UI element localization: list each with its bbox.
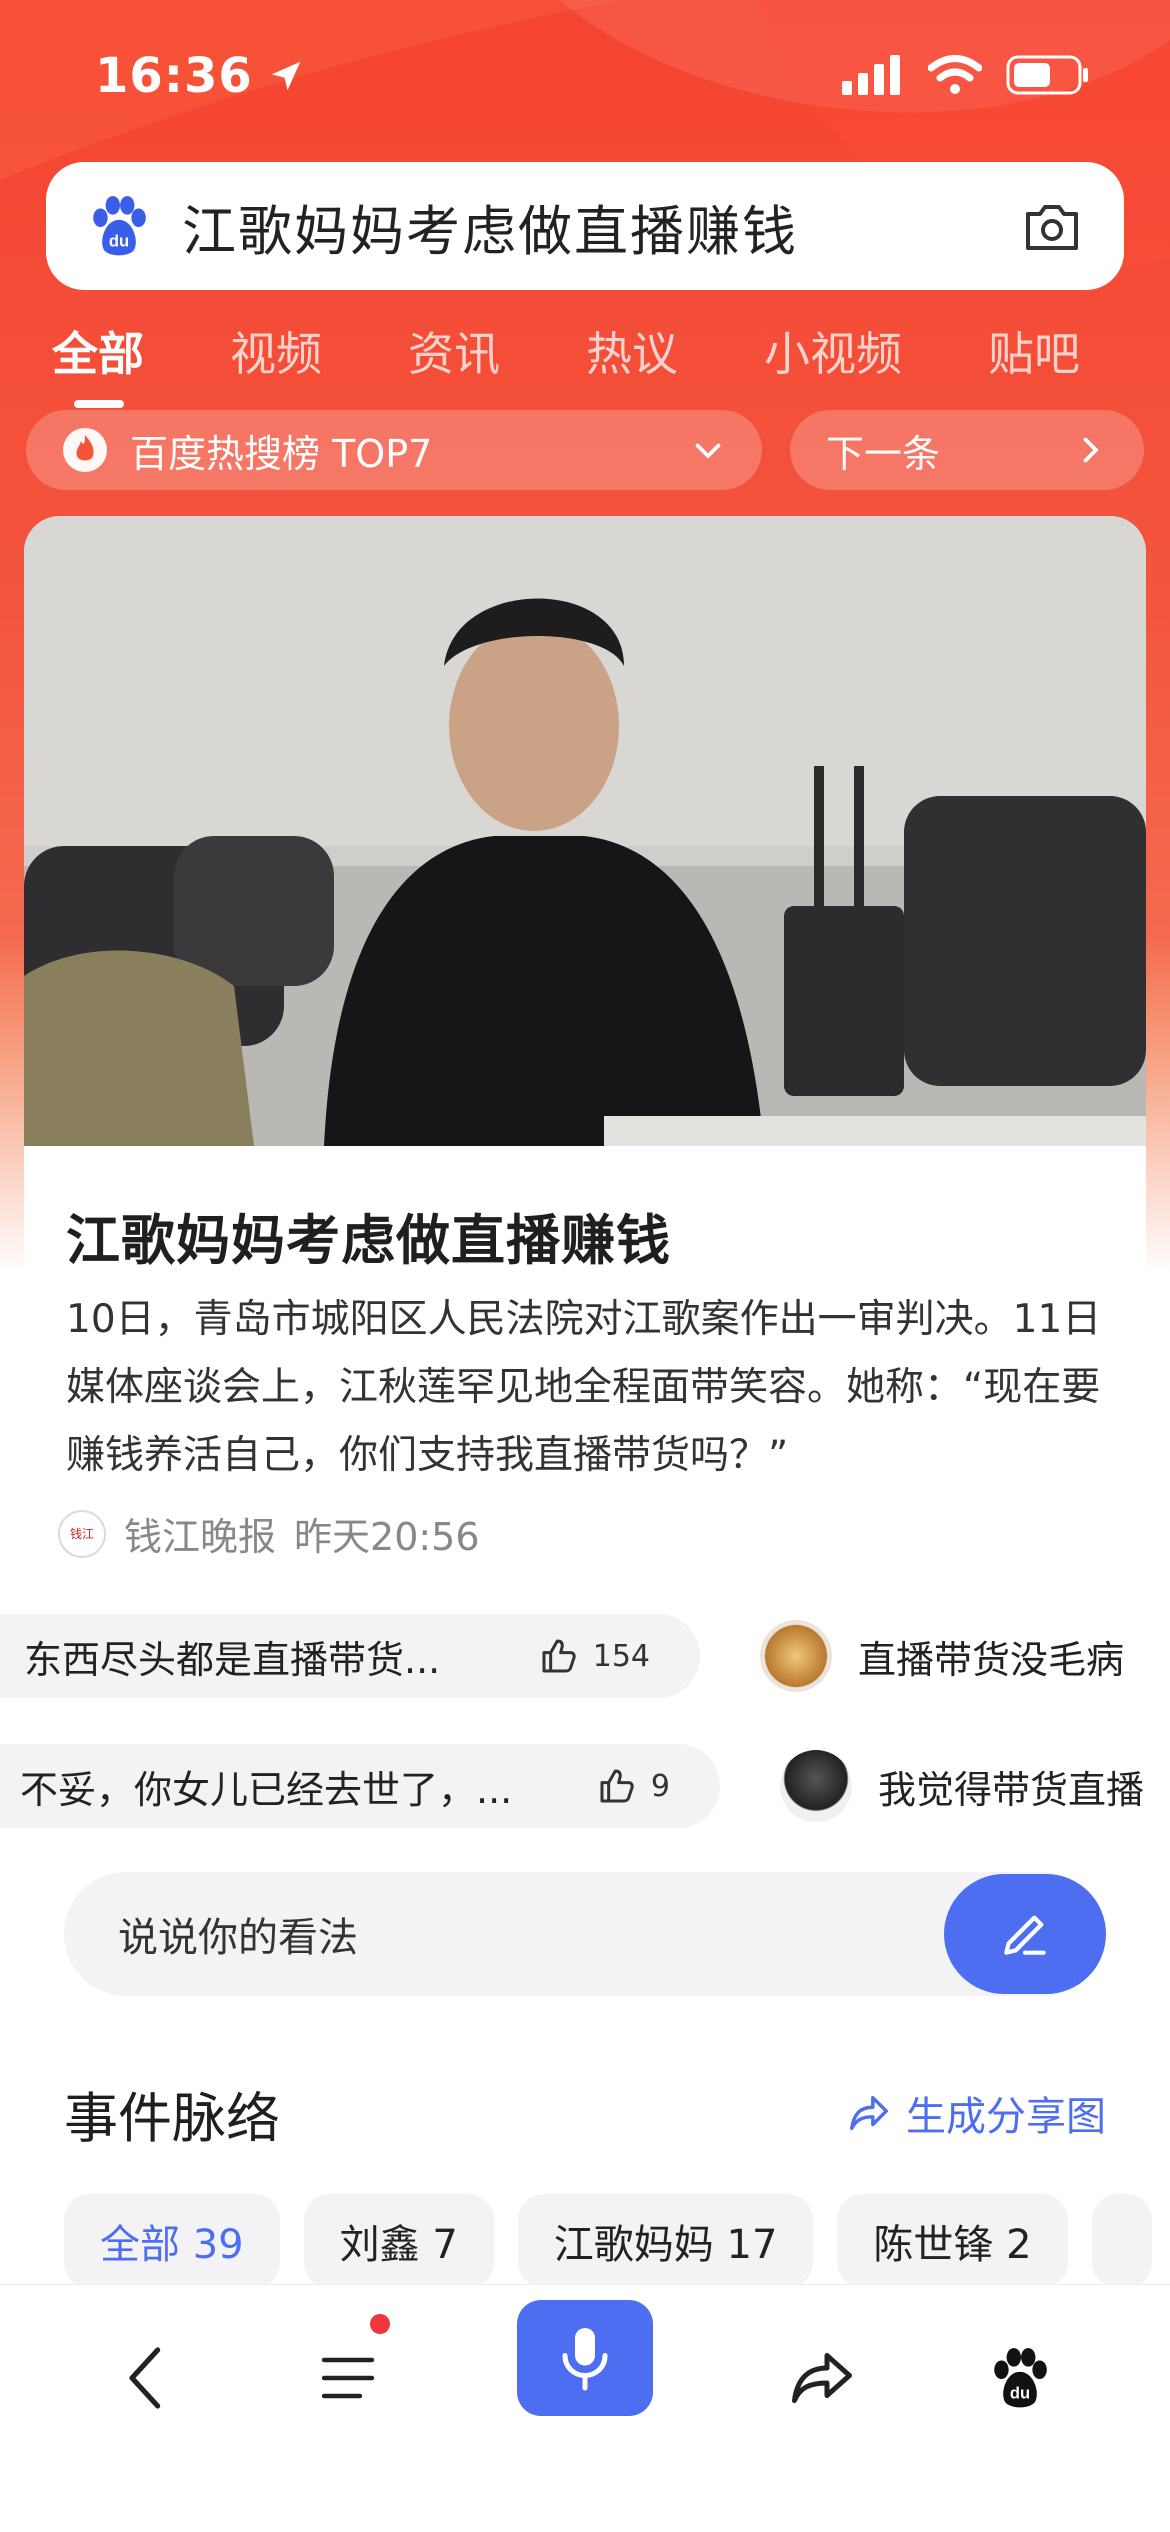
chip-liuxin[interactable]: 刘鑫 7: [303, 2194, 494, 2288]
tab-tieba[interactable]: 贴吧: [988, 318, 1080, 384]
share-label: 生成分享图: [906, 2094, 1106, 2140]
source-name: 钱江晚报: [124, 1515, 277, 1559]
article-title[interactable]: 江歌妈妈考虑做直播赚钱: [66, 1196, 671, 1275]
comment-bubble[interactable]: 直播带货没毛病: [760, 1614, 1170, 1698]
tab-news[interactable]: 资讯: [408, 318, 500, 384]
chip-jiangge-mother[interactable]: 江歌妈妈 17: [517, 2194, 814, 2288]
next-item-pill[interactable]: 下一条: [790, 410, 1144, 490]
notification-dot: [370, 2314, 390, 2334]
source-logo-icon: 钱江: [58, 1509, 106, 1558]
thumbs-up-icon: [600, 1769, 634, 1803]
comment-bubble[interactable]: 不妥，你女儿已经去世了，... 9: [0, 1744, 720, 1828]
event-timeline-title: 事件脉络: [64, 2087, 280, 2150]
baidu-paw-icon: du: [93, 196, 146, 256]
svg-text:du: du: [1010, 2385, 1030, 2403]
search-query[interactable]: 江歌妈妈考虑做直播赚钱: [182, 187, 1020, 266]
camera-icon[interactable]: [1020, 194, 1084, 258]
article-source[interactable]: 钱江 钱江晚报 昨天20:56: [58, 1506, 480, 1561]
comment-text: 东西尽头都是直播带货...: [24, 1637, 441, 1682]
avatar: [780, 1750, 852, 1822]
hot-rank-label: 百度热搜榜 TOP7: [130, 431, 433, 476]
next-item-label: 下一条: [826, 431, 941, 476]
tab-all[interactable]: 全部: [52, 318, 144, 408]
generate-share-image-link[interactable]: 生成分享图: [846, 2084, 1106, 2142]
share-arrow-icon: [850, 2095, 888, 2131]
share-button[interactable]: [762, 2318, 882, 2438]
article-summary: 10日，青岛市城阳区人民法院对江歌案作出一审判决。11日媒体座谈会上，江秋莲罕见…: [66, 1297, 1102, 1478]
voice-search-button[interactable]: [517, 2300, 653, 2416]
comment-text: 我觉得带货直播: [878, 1767, 1145, 1812]
tab-discussion[interactable]: 热议: [586, 318, 678, 384]
chip-chenshifeng[interactable]: 陈世锋 2: [837, 2194, 1068, 2288]
tab-short-video[interactable]: 小视频: [764, 318, 902, 384]
signal-icon: [842, 55, 900, 95]
back-button[interactable]: [86, 2318, 206, 2438]
svg-text:du: du: [109, 233, 129, 251]
like-button[interactable]: 154: [539, 1636, 650, 1676]
opinion-placeholder: 说说你的看法: [118, 1915, 358, 1961]
back-arrow-icon: [129, 2347, 161, 2409]
tab-video[interactable]: 视频: [230, 318, 322, 384]
chip-all[interactable]: 全部 39: [64, 2194, 280, 2288]
like-count: 9: [650, 1768, 670, 1804]
comment-bubble[interactable]: 我觉得带货直播: [780, 1744, 1170, 1828]
comment-text: 不妥，你女儿已经去世了，...: [20, 1767, 513, 1812]
baidu-paw-icon: du: [994, 2348, 1047, 2408]
flame-icon: [63, 428, 107, 472]
event-filter-chips: 全部 39 刘鑫 7 江歌妈妈 17 陈世锋 2: [64, 2194, 1152, 2288]
menu-button[interactable]: [290, 2318, 410, 2438]
wifi-icon: [928, 55, 982, 94]
battery-icon: [1006, 55, 1088, 95]
chip-more[interactable]: [1091, 2194, 1152, 2288]
search-tabs: 全部 视频 资讯 热议 小视频 贴吧: [52, 318, 1166, 408]
news-photo[interactable]: [24, 516, 1146, 1146]
microphone-icon: [562, 2328, 608, 2391]
pen-icon: [1004, 1915, 1046, 1955]
menu-icon: [321, 2357, 375, 2399]
write-opinion-button[interactable]: [944, 1874, 1106, 1994]
share-icon: [792, 2353, 852, 2403]
like-button[interactable]: 9: [597, 1766, 670, 1806]
comment-text: 直播带货没毛病: [858, 1637, 1125, 1682]
like-count: 154: [592, 1638, 650, 1674]
thumbs-up-icon: [542, 1639, 576, 1673]
baidu-home-button[interactable]: du: [960, 2318, 1080, 2438]
status-indicators: [842, 55, 1090, 95]
avatar: [760, 1620, 832, 1692]
chevron-right-icon: [1083, 437, 1099, 463]
comment-bubble[interactable]: 东西尽头都是直播带货... 154: [0, 1614, 700, 1698]
location-arrow-icon: [271, 61, 301, 91]
search-bar[interactable]: du 江歌妈妈考虑做直播赚钱: [46, 162, 1124, 290]
news-card[interactable]: 江歌妈妈考虑做直播赚钱 10日，青岛市城阳区人民法院对江歌案作出一审判决。11日…: [24, 516, 1146, 1616]
hot-rank-pill[interactable]: 百度热搜榜 TOP7: [26, 410, 762, 490]
chevron-down-icon[interactable]: [690, 432, 726, 468]
publish-time: 昨天20:56: [294, 1515, 480, 1559]
status-time: 16:36: [95, 48, 305, 104]
